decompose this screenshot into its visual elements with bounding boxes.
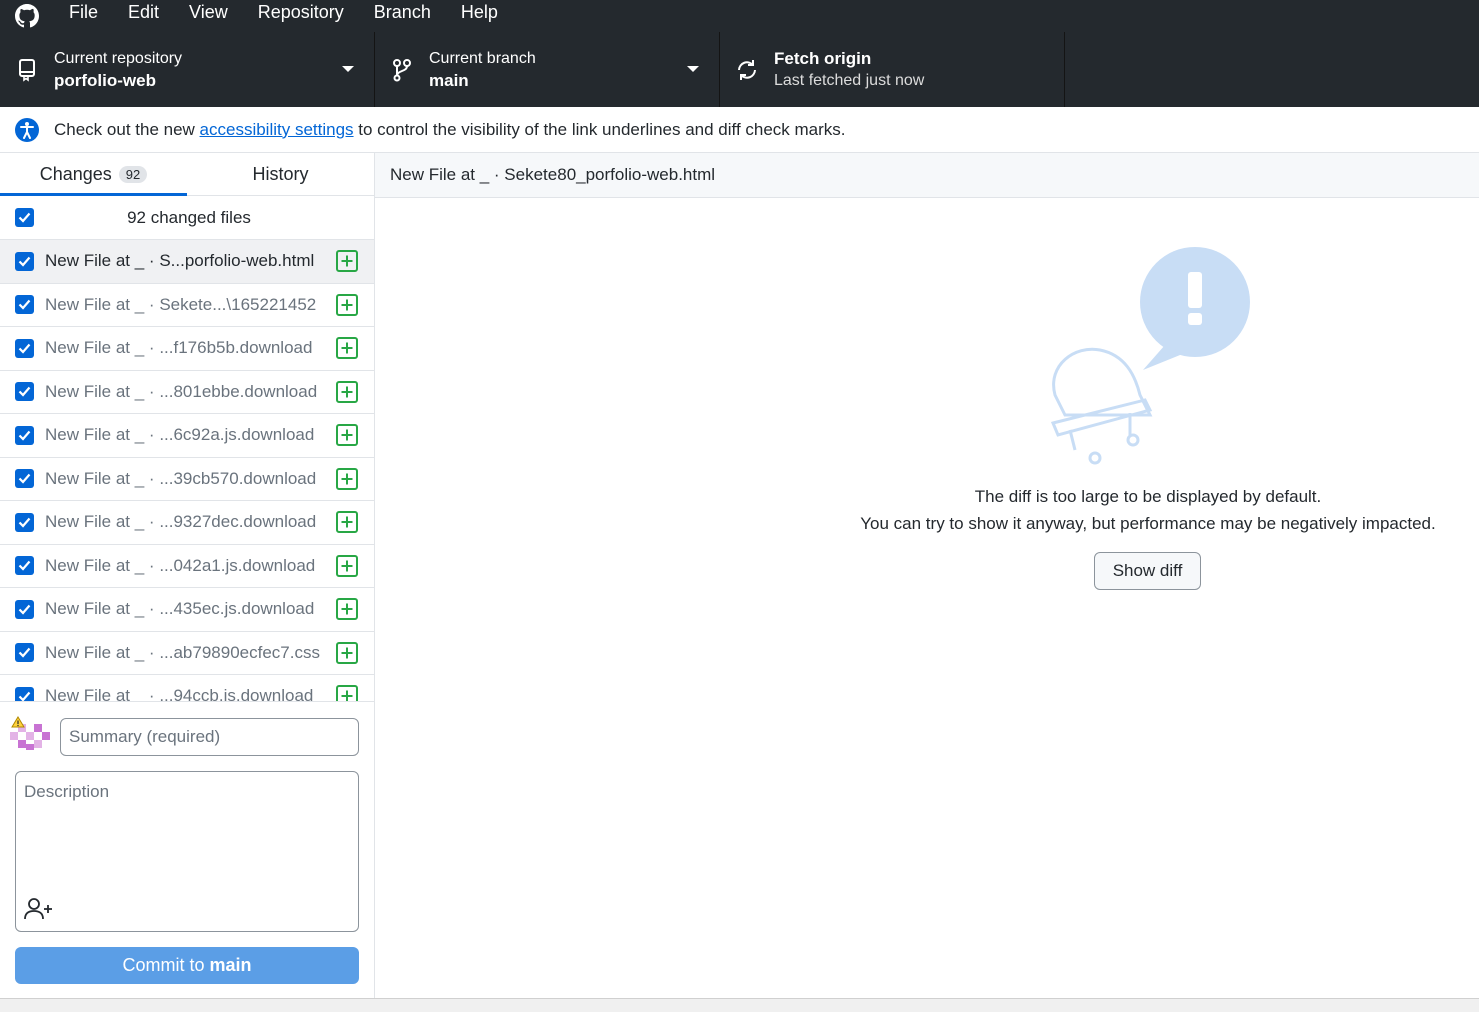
sidebar: Changes 92 History 92 changed files New … — [0, 153, 375, 998]
menu-bar: File Edit View Repository Branch Help — [0, 0, 1479, 32]
repo-name: porfolio-web — [54, 70, 156, 90]
file-checkbox[interactable] — [15, 686, 34, 701]
file-added-icon — [336, 293, 358, 316]
tab-history[interactable]: History — [187, 153, 374, 195]
file-added-icon — [336, 641, 358, 664]
file-checkbox[interactable] — [15, 251, 34, 271]
taskbar-edge — [0, 998, 1479, 1012]
menu-view[interactable]: View — [174, 0, 243, 32]
file-name: New File at _ · ...39cb570.download — [45, 468, 317, 488]
sync-icon — [720, 58, 774, 82]
select-all-checkbox[interactable] — [15, 208, 34, 227]
fetch-status: Last fetched just now — [774, 71, 925, 89]
file-name: New File at _ · ...f176b5b.download — [45, 338, 313, 358]
file-name: New File at _ · ...ab79890ecfec7.css — [45, 642, 320, 662]
accessibility-icon — [0, 117, 54, 143]
menu-edit[interactable]: Edit — [113, 0, 174, 32]
file-row[interactable]: New File at _ · ...9327dec.download — [0, 501, 374, 545]
file-name: New File at _ · ...042a1.js.download — [45, 555, 316, 575]
current-branch-button[interactable]: Current branch main — [375, 32, 720, 107]
description-box — [15, 771, 359, 932]
file-checkbox[interactable] — [15, 425, 34, 445]
file-name: New File at _ · S...porfolio-web.html — [45, 251, 315, 271]
show-diff-button[interactable]: Show diff — [1094, 552, 1201, 590]
diff-pane: New File at _ · Sekete80_porfolio-web.ht… — [375, 153, 1479, 998]
diff-too-large-illustration-icon — [1050, 247, 1250, 465]
file-name: New File at _ · ...9327dec.download — [45, 512, 317, 532]
tab-changes[interactable]: Changes 92 — [0, 153, 187, 196]
menu-help[interactable]: Help — [446, 0, 513, 32]
banner-text: Check out the new accessibility settings… — [54, 119, 846, 139]
diff-message-line1: The diff is too large to be displayed by… — [974, 487, 1322, 506]
branch-name: main — [429, 70, 469, 90]
summary-input[interactable] — [60, 718, 359, 756]
file-checkbox[interactable] — [15, 643, 34, 663]
file-list: New File at _ · S...porfolio-web.html Ne… — [0, 240, 374, 701]
changed-files-count: 92 changed files — [127, 207, 251, 227]
current-repository-button[interactable]: Current repository porfolio-web — [0, 32, 375, 107]
repo-icon — [0, 58, 54, 82]
file-row[interactable]: New File at _ · ...042a1.js.download — [0, 545, 374, 588]
file-added-icon — [336, 554, 358, 577]
chevron-down-icon — [687, 66, 699, 72]
file-row[interactable]: New File at _ · ...94ccb.js.download — [0, 675, 374, 701]
description-field[interactable] — [16, 772, 358, 892]
repo-label: Current repository — [54, 49, 183, 67]
file-name: New File at _ · ...435ec.js.download — [45, 599, 315, 619]
file-checkbox[interactable] — [15, 338, 34, 358]
file-name: New File at _ · Sekete...\165221452 — [45, 294, 317, 314]
github-logo-icon — [0, 0, 54, 32]
file-row[interactable]: New File at _ · ...435ec.js.download — [0, 588, 374, 632]
menu-file[interactable]: File — [54, 0, 113, 32]
chevron-down-icon — [342, 66, 354, 72]
file-added-icon — [336, 467, 358, 490]
file-name: New File at _ · ...94ccb.js.download — [45, 686, 314, 701]
file-checkbox[interactable] — [15, 556, 34, 576]
branch-icon — [375, 58, 429, 82]
accessibility-banner: Check out the new accessibility settings… — [0, 107, 1479, 153]
file-checkbox[interactable] — [15, 469, 34, 489]
file-row[interactable]: New File at _ · S...porfolio-web.html — [0, 240, 374, 284]
file-added-icon — [336, 511, 358, 534]
file-name: New File at _ · ...801ebbe.download — [45, 381, 318, 401]
branch-label: Current branch — [429, 49, 536, 67]
add-coauthor-icon[interactable] — [24, 897, 54, 921]
changes-count-badge: 92 — [118, 165, 148, 183]
file-name: New File at _ · ...6c92a.js.download — [45, 425, 315, 445]
file-row[interactable]: New File at _ · ...39cb570.download — [0, 458, 374, 501]
commit-button[interactable]: Commit to main — [15, 947, 359, 984]
menu-repository[interactable]: Repository — [243, 0, 359, 32]
file-added-icon — [336, 250, 358, 273]
diff-message: The diff is too large to be displayed by… — [843, 483, 1453, 537]
diff-message-line2: You can try to show it anyway, but perfo… — [860, 514, 1436, 533]
avatar[interactable] — [10, 716, 52, 754]
file-added-icon — [336, 598, 358, 621]
file-row[interactable]: New File at _ · ...f176b5b.download — [0, 327, 374, 371]
diff-file-header: New File at _ · Sekete80_porfolio-web.ht… — [375, 153, 1479, 198]
file-checkbox[interactable] — [15, 295, 34, 315]
commit-area: Commit tomain — [0, 701, 374, 998]
fetch-origin-button[interactable]: Fetch origin Last fetched just now — [720, 32, 1065, 107]
file-added-icon — [336, 337, 358, 360]
file-row[interactable]: New File at _ · Sekete...\165221452 — [0, 284, 374, 327]
file-added-icon — [336, 685, 358, 701]
file-checkbox[interactable] — [15, 382, 34, 402]
file-row[interactable]: New File at _ · ...ab79890ecfec7.css — [0, 632, 374, 675]
menu-branch[interactable]: Branch — [359, 0, 446, 32]
accessibility-settings-link[interactable]: accessibility settings — [200, 120, 354, 139]
changes-header: 92 changed files — [0, 196, 374, 240]
file-row[interactable]: New File at _ · ...6c92a.js.download — [0, 414, 374, 458]
file-row[interactable]: New File at _ · ...801ebbe.download — [0, 371, 374, 414]
file-checkbox[interactable] — [15, 599, 34, 619]
file-added-icon — [336, 424, 358, 447]
file-checkbox[interactable] — [15, 512, 34, 532]
sidebar-tabs: Changes 92 History — [0, 153, 374, 196]
toolbar: Current repository porfolio-web Current … — [0, 32, 1479, 107]
fetch-label: Fetch origin — [774, 48, 872, 68]
file-added-icon — [336, 380, 358, 403]
